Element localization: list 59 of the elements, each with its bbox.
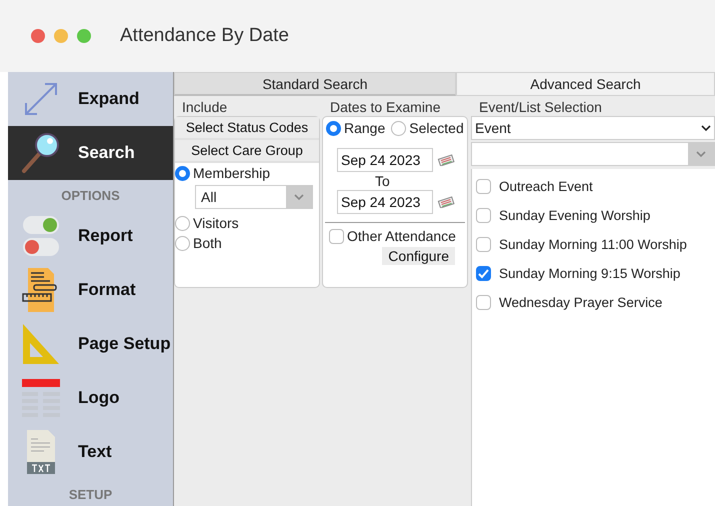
close-button[interactable]: [31, 29, 45, 43]
sidebar-item[interactable]: Page Setup: [8, 317, 173, 371]
tab[interactable]: Standard Search: [174, 72, 456, 96]
sidebar-item[interactable]: Logo: [8, 371, 173, 425]
section-heading: Event/List Selection: [478, 98, 603, 116]
section-heading: Dates to Examine: [329, 98, 442, 116]
checkbox[interactable]: [476, 237, 491, 252]
checkbox[interactable]: [476, 208, 491, 223]
logo-layout-icon: [22, 379, 60, 417]
radio-button[interactable]: [326, 120, 341, 136]
sidebar-item[interactable]: Format: [8, 263, 173, 317]
chevron-down-icon: [701, 124, 711, 132]
date-field[interactable]: Sep 24 2023: [337, 148, 433, 172]
date-field[interactable]: Sep 24 2023: [337, 190, 433, 214]
chevron-down-icon: [294, 194, 304, 200]
calendar-icon[interactable]: [437, 154, 455, 166]
section-header: OPTIONS: [60, 187, 121, 205]
to-label: To: [375, 172, 391, 190]
dropdown[interactable]: [471, 142, 715, 166]
tab[interactable]: Advanced Search: [456, 72, 715, 96]
radio-option[interactable]: Range: [326, 118, 386, 138]
checkbox[interactable]: [476, 295, 491, 310]
push-button[interactable]: Select Status Codes: [175, 117, 319, 140]
section-heading: Include: [181, 98, 228, 116]
checkbox-option[interactable]: Other Attendance: [325, 226, 465, 246]
minimize-button[interactable]: [54, 29, 68, 43]
text-file-icon: [26, 430, 56, 474]
membership-dropdown[interactable]: All: [195, 185, 313, 209]
toggle-switches-icon: [22, 215, 60, 257]
section-header: SETUP: [68, 486, 114, 504]
event-checkbox-row[interactable]: Sunday Morning 9:15 Worship: [472, 259, 715, 288]
checkbox[interactable]: [476, 179, 491, 194]
event-checkbox-row[interactable]: Wednesday Prayer Service: [472, 288, 715, 317]
window-title: Attendance By Date: [120, 25, 289, 47]
radio-option[interactable]: Both: [175, 233, 319, 253]
configure-button[interactable]: Configure: [382, 247, 455, 265]
event-type-dropdown[interactable]: Event: [471, 116, 715, 140]
radio-option[interactable]: Visitors: [175, 213, 319, 233]
radio-option[interactable]: Selected: [391, 118, 464, 138]
checkbox[interactable]: [476, 266, 491, 281]
event-checkbox-row[interactable]: Sunday Morning 11:00 Worship: [472, 230, 715, 259]
calendar-icon[interactable]: [437, 196, 455, 208]
sidebar-item[interactable]: Report: [8, 209, 173, 263]
event-checkbox-row[interactable]: Sunday Evening Worship: [472, 201, 715, 230]
event-checkbox-row[interactable]: Outreach Event: [472, 172, 715, 201]
document-ruler-icon: [22, 268, 60, 312]
radio-option[interactable]: Membership: [175, 163, 319, 183]
chevron-down-icon: [696, 150, 706, 158]
checkbox[interactable]: [329, 228, 344, 244]
radio-button[interactable]: [391, 120, 406, 136]
push-button[interactable]: Select Care Group: [175, 140, 319, 163]
search-icon: [20, 131, 62, 175]
radio-button[interactable]: [175, 166, 190, 180]
zoom-button[interactable]: [77, 29, 91, 43]
radio-button[interactable]: [175, 236, 190, 250]
radio-button[interactable]: [175, 216, 190, 230]
sidebar-item[interactable]: Search: [8, 126, 173, 180]
sidebar-item[interactable]: Text: [8, 425, 173, 479]
sidebar-item[interactable]: Expand: [8, 72, 173, 126]
